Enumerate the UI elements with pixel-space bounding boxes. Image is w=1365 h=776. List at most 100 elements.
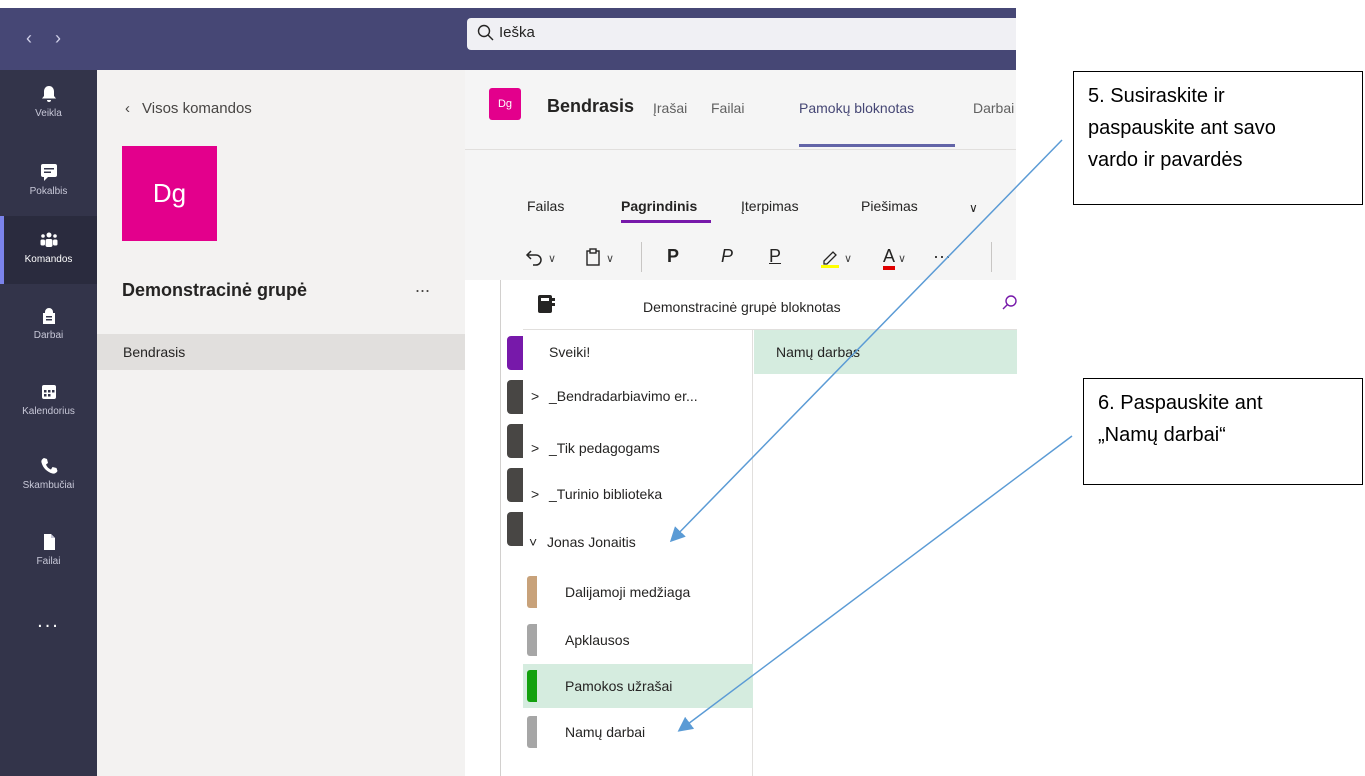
ribbon: Failas Pagrindinis Įterpimas Piešimas ∨ … bbox=[465, 150, 1016, 280]
title-bar: ‹ › Ieška bbox=[0, 8, 1016, 70]
team-more-options-icon[interactable]: ... bbox=[415, 276, 430, 297]
ribbon-tab-file[interactable]: Failas bbox=[527, 198, 564, 214]
section-color-tab bbox=[527, 624, 537, 656]
tab-assignments[interactable]: Darbai bbox=[973, 100, 1014, 116]
callout-line: paspauskite ant savo bbox=[1088, 117, 1276, 139]
section-item-homework[interactable]: Namų darbai bbox=[523, 710, 753, 754]
section-label: Namų darbai bbox=[565, 724, 646, 740]
all-teams-link[interactable]: ‹ Visos komandos bbox=[125, 100, 252, 117]
app-bar: Veikla Pokalbis Komandos Darbai Kalendor… bbox=[0, 70, 97, 776]
section-label: Dalijamoji medžiaga bbox=[565, 584, 691, 600]
section-item[interactable]: Apklausos bbox=[523, 618, 753, 662]
channel-item-general[interactable]: Bendrasis bbox=[97, 334, 465, 370]
search-icon[interactable] bbox=[1001, 294, 1019, 312]
chevron-right-icon: > bbox=[531, 388, 540, 404]
toolbar-divider bbox=[641, 242, 642, 272]
underline-button[interactable]: P bbox=[769, 246, 781, 267]
app-label: Skambučiai bbox=[22, 480, 75, 491]
app-teams[interactable]: Komandos bbox=[0, 216, 97, 284]
section-label: Sveiki! bbox=[549, 344, 591, 360]
teams-icon bbox=[40, 232, 57, 247]
bell-icon bbox=[41, 86, 56, 102]
callout-line: 6. Paspauskite ant bbox=[1098, 392, 1263, 414]
forward-arrow-icon[interactable]: › bbox=[55, 28, 61, 48]
chevron-down-icon: ∨ bbox=[606, 253, 615, 265]
font-color-button[interactable]: A ∨ bbox=[883, 246, 906, 270]
notebook-icon[interactable] bbox=[537, 294, 555, 314]
section-group-student[interactable]: ˅ Jonas Jonaitis bbox=[523, 520, 753, 564]
toolbar-divider bbox=[991, 242, 992, 272]
section-label: Pamokos užrašai bbox=[565, 678, 673, 694]
chevron-left-icon: ‹ bbox=[125, 100, 130, 117]
more-apps-icon[interactable]: ... bbox=[0, 610, 97, 633]
ribbon-tab-draw[interactable]: Piešimas bbox=[861, 198, 918, 214]
app-chat[interactable]: Pokalbis bbox=[0, 148, 97, 216]
chevron-down-icon: ∨ bbox=[844, 253, 853, 265]
section-group[interactable]: > _Tik pedagogams bbox=[523, 426, 753, 470]
paste-button[interactable]: ∨ bbox=[583, 246, 614, 267]
callout-line: „Namų darbai“ bbox=[1098, 424, 1226, 446]
tab-files[interactable]: Failai bbox=[711, 100, 744, 116]
font-color-label: A bbox=[883, 246, 896, 270]
section-item[interactable]: Dalijamoji medžiaga bbox=[523, 570, 753, 614]
page-list: Namų darbas bbox=[754, 330, 1017, 776]
search-box[interactable]: Ieška bbox=[467, 18, 1016, 50]
section-label: _Tik pedagogams bbox=[549, 440, 660, 456]
section-list: Sveiki! > _Bendradarbiavimo er... > _Tik p… bbox=[523, 330, 753, 776]
ribbon-chevron-down-icon[interactable]: ∨ bbox=[969, 201, 978, 215]
app-activity[interactable]: Veikla bbox=[0, 70, 97, 138]
ribbon-tab-home[interactable]: Pagrindinis bbox=[621, 198, 697, 214]
notebook-tab-marker bbox=[507, 380, 523, 414]
channel-avatar: Dg bbox=[489, 88, 521, 120]
ribbon-active-indicator bbox=[621, 220, 711, 223]
team-name: Demonstracinė grupė bbox=[122, 280, 308, 300]
section-label: _Bendradarbiavimo er... bbox=[549, 388, 698, 404]
notebook-tab-marker bbox=[507, 424, 523, 458]
page-label: Namų darbas bbox=[776, 344, 861, 360]
section-label: _Turinio biblioteka bbox=[549, 486, 663, 502]
section-group[interactable]: > _Bendradarbiavimo er... bbox=[523, 374, 753, 418]
callout-line: vardo ir pavardės bbox=[1088, 149, 1243, 171]
callout-step-6: 6. Paspauskite ant „Namų darbai“ bbox=[1083, 378, 1363, 485]
highlight-button[interactable]: ∨ bbox=[819, 246, 853, 269]
tab-class-notebook[interactable]: Pamokų bloknotas bbox=[799, 100, 914, 116]
notebook-pane: Demonstracinė grupė bloknotas Sveiki! > _… bbox=[500, 280, 1017, 776]
undo-button[interactable]: ∨ bbox=[525, 246, 556, 267]
tab-posts[interactable]: Įrašai bbox=[653, 100, 687, 116]
notebook-tab-marker bbox=[507, 512, 523, 546]
history-nav: ‹ › bbox=[26, 28, 79, 49]
chevron-down-icon: ∨ bbox=[548, 253, 557, 265]
notebook-header: Demonstracinė grupė bloknotas bbox=[523, 280, 1017, 330]
section-item-selected[interactable]: Pamokos užrašai bbox=[523, 664, 753, 708]
app-files[interactable]: Failai bbox=[0, 518, 97, 586]
back-arrow-icon[interactable]: ‹ bbox=[26, 28, 32, 48]
chevron-right-icon: > bbox=[531, 440, 540, 456]
section-group[interactable]: > _Turinio biblioteka bbox=[523, 472, 753, 516]
section-color-tab bbox=[527, 716, 537, 748]
search-input[interactable]: Ieška bbox=[499, 24, 535, 41]
highlighter-icon bbox=[821, 251, 839, 269]
channel-title: Bendrasis bbox=[547, 96, 635, 116]
bold-button[interactable]: P bbox=[667, 246, 679, 267]
clipboard-icon bbox=[586, 248, 600, 266]
chevron-right-icon: > bbox=[531, 486, 540, 502]
section-color-tab bbox=[527, 576, 537, 608]
app-calendar[interactable]: Kalendorius bbox=[0, 368, 97, 436]
list-icon[interactable]: ⋮ bbox=[1009, 246, 1016, 267]
app-label: Veikla bbox=[35, 108, 62, 119]
more-tools-button[interactable]: ··· bbox=[933, 246, 951, 267]
file-icon bbox=[43, 534, 55, 550]
app-calls[interactable]: Skambučiai bbox=[0, 442, 97, 510]
chevron-down-icon: ∨ bbox=[898, 253, 907, 265]
phone-icon bbox=[40, 458, 57, 474]
italic-button[interactable]: P bbox=[721, 246, 733, 267]
app-label: Darbai bbox=[33, 330, 64, 341]
undo-icon bbox=[525, 250, 542, 266]
page-item-selected[interactable]: Namų darbas bbox=[754, 330, 1017, 374]
ribbon-tab-insert[interactable]: Įterpimas bbox=[741, 198, 799, 214]
app-assignments[interactable]: Darbai bbox=[0, 292, 97, 360]
channel-label: Bendrasis bbox=[123, 344, 186, 360]
all-teams-label: Visos komandos bbox=[142, 100, 252, 117]
active-tab-indicator bbox=[799, 144, 955, 147]
section-item[interactable]: Sveiki! bbox=[523, 330, 753, 374]
